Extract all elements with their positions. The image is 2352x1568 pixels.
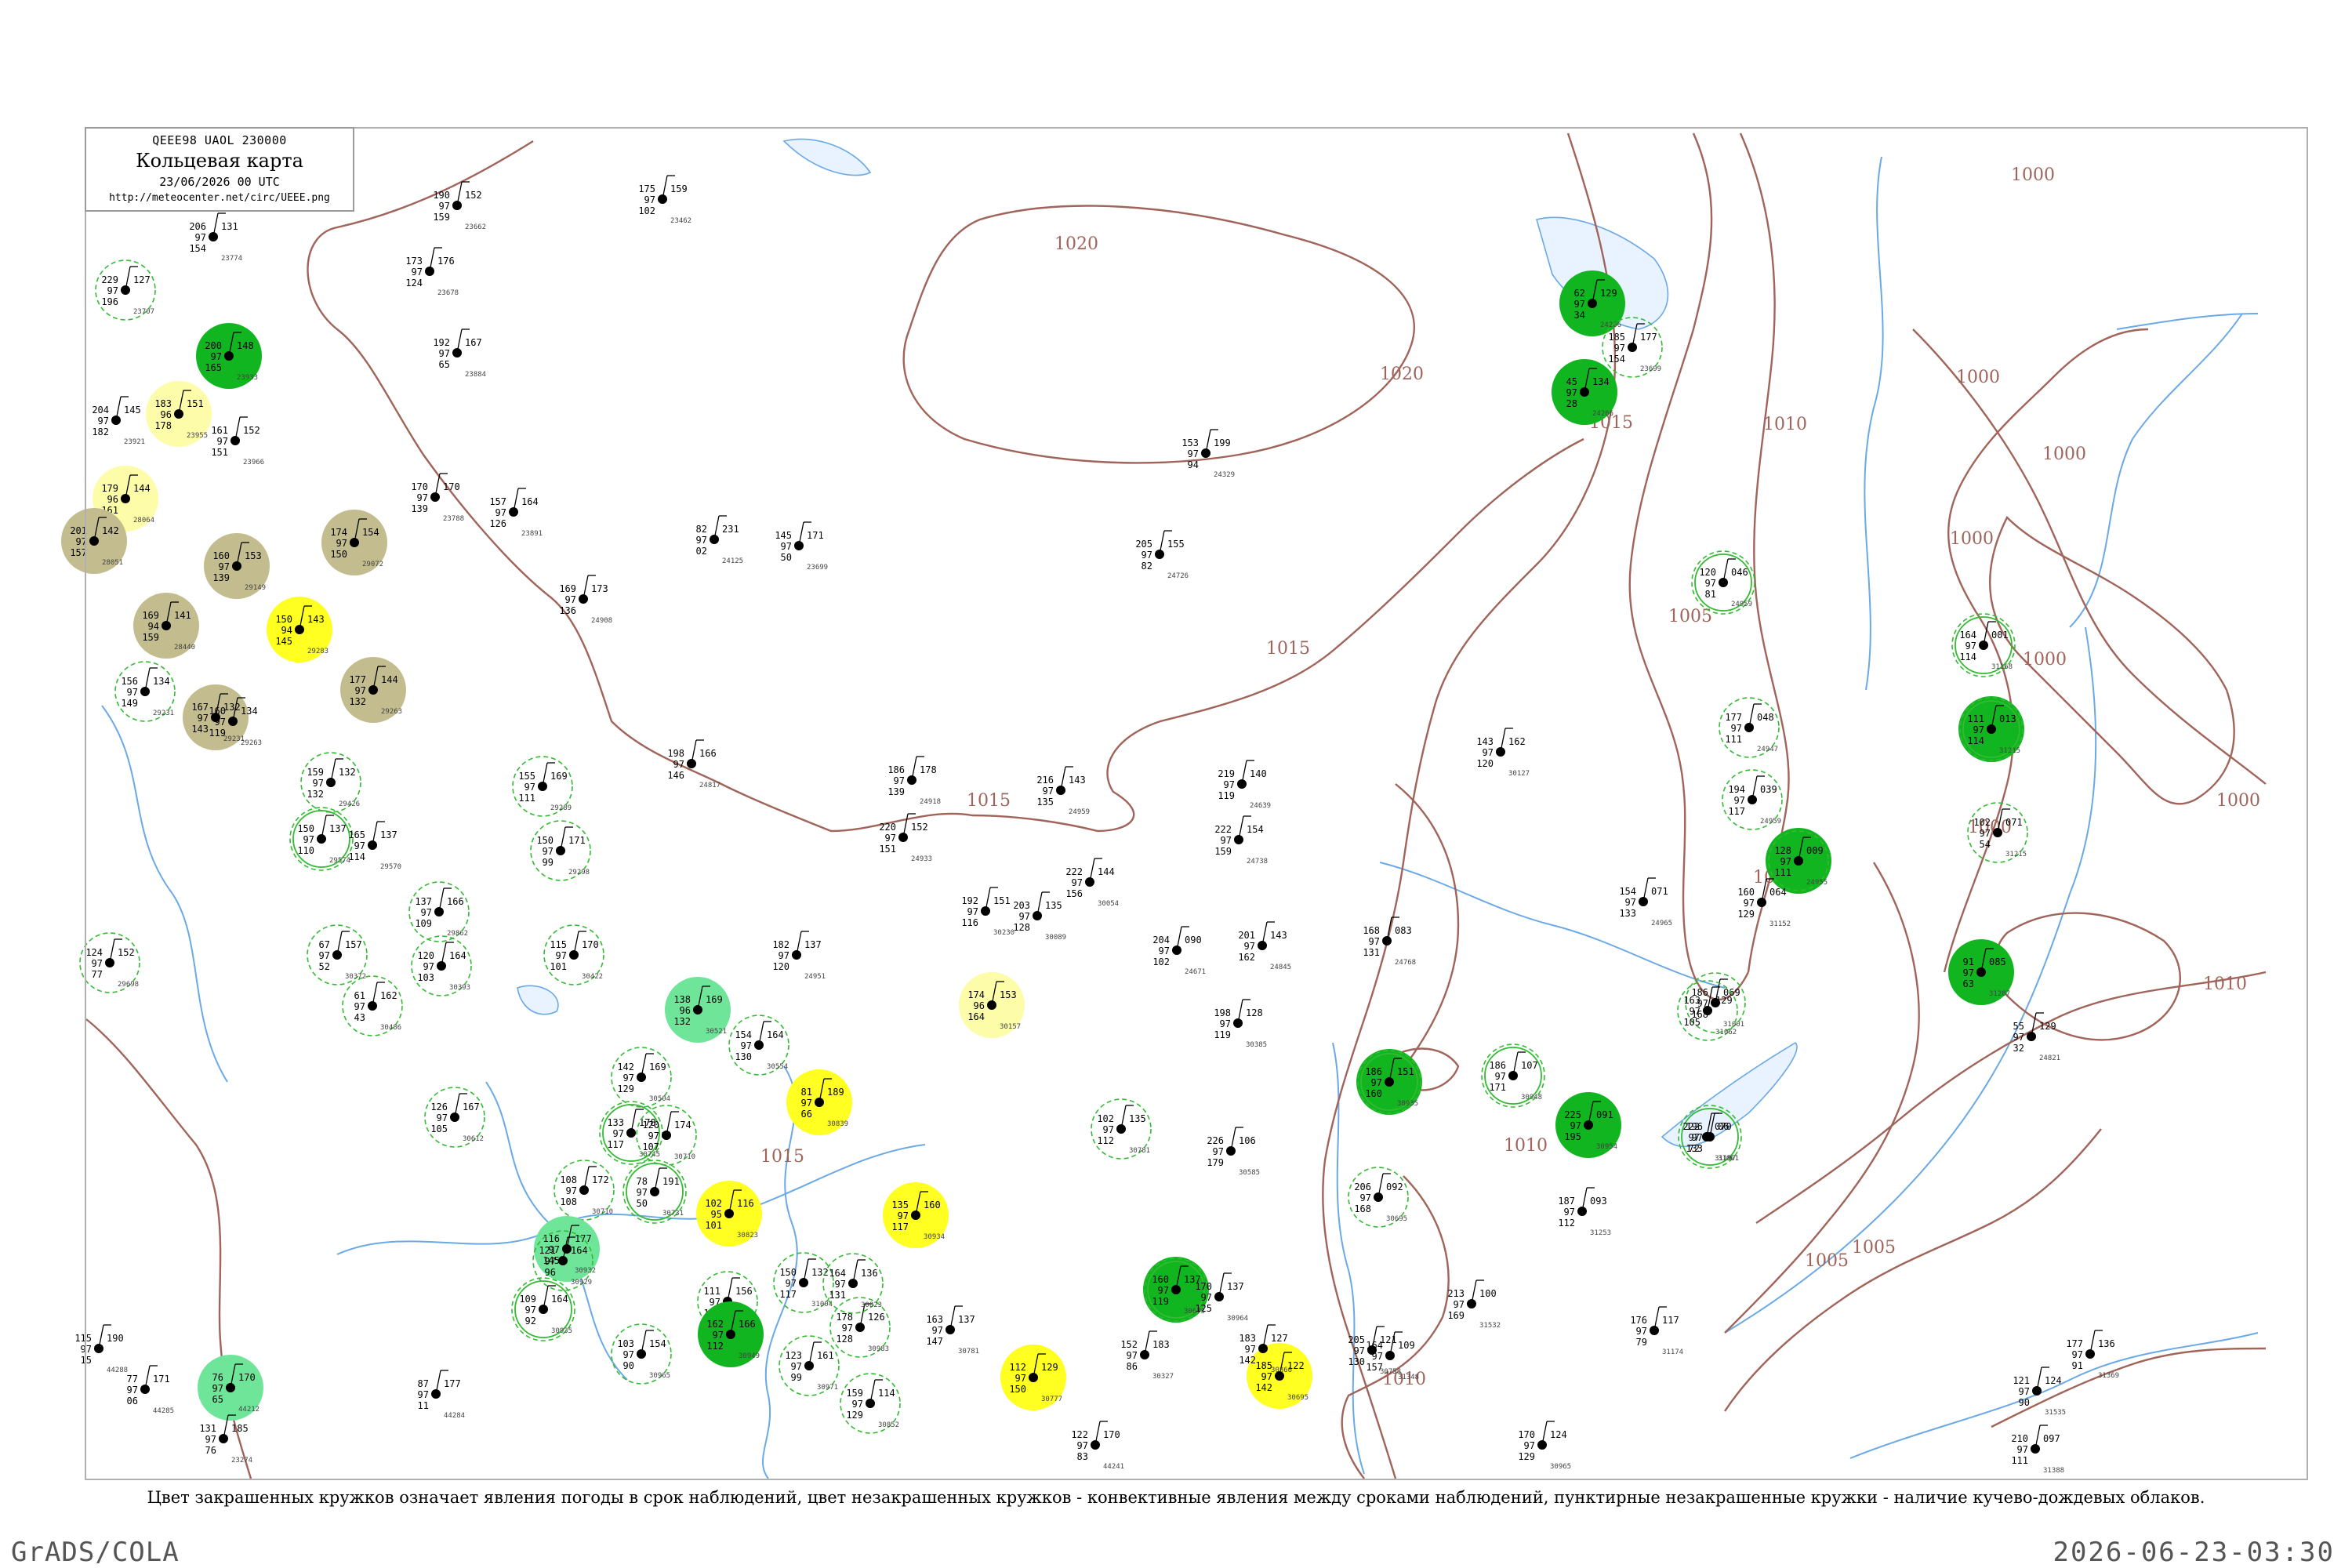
- map-caption: Цвет закрашенных кружков означает явлени…: [147, 1488, 2205, 1507]
- map-date: 23/06/2026 00 UTC: [159, 175, 280, 189]
- map-frame: [85, 127, 2308, 1480]
- source-url[interactable]: http://meteocenter.net/circ/UEEE.png: [86, 192, 353, 204]
- footer-software: GrADS/COLA: [11, 1537, 180, 1568]
- title-box: QEEE98 UAOL 230000 Кольцевая карта 23/06…: [85, 127, 354, 212]
- map-title: Кольцевая карта: [136, 150, 303, 172]
- bulletin-header: QEEE98 UAOL 230000: [152, 133, 287, 147]
- footer-timestamp: 2026-06-23-03:30: [2053, 1537, 2335, 1568]
